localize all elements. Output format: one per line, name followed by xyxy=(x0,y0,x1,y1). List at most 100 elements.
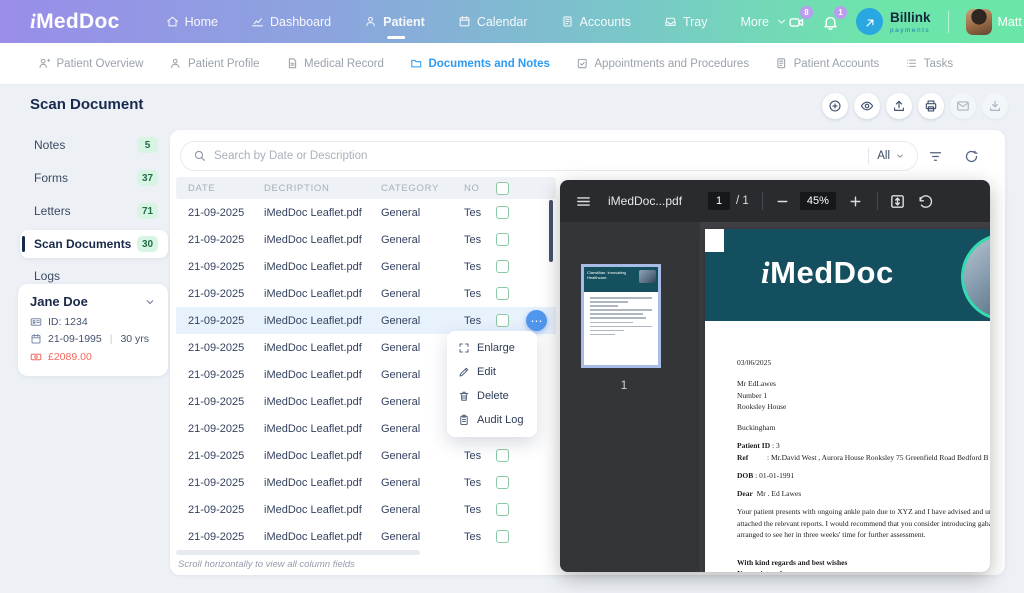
billink-subtitle: payments xyxy=(890,28,931,35)
table-row[interactable]: 21-09-2025iMedDoc Leaflet.pdfGeneralTes xyxy=(176,280,556,307)
enlarge-icon xyxy=(458,342,470,354)
row-checkbox[interactable] xyxy=(496,476,509,489)
table-row[interactable]: 21-09-2025iMedDoc Leaflet.pdfGeneralTes xyxy=(176,496,556,523)
search-bar: All xyxy=(180,141,918,171)
zoom-in-button[interactable] xyxy=(847,192,864,210)
table-horizontal-scrollbar[interactable] xyxy=(176,550,420,555)
nav-divider xyxy=(948,11,949,33)
search-scope-dropdown[interactable]: All xyxy=(877,150,905,162)
patient-card: Jane Doe ID: 1234 21-09-1995 | 30 yrs £2… xyxy=(18,284,168,376)
select-all-checkbox[interactable] xyxy=(496,182,509,195)
count-badge: 71 xyxy=(137,203,158,219)
search-icon xyxy=(193,149,206,162)
header-notes: NO xyxy=(464,183,484,194)
filter-button[interactable] xyxy=(922,143,948,169)
video-call-button[interactable]: 8 xyxy=(788,12,805,32)
letterhead-logo: iMedDoc xyxy=(761,255,894,291)
pdf-page-input[interactable]: 1 xyxy=(708,192,730,210)
header-category: CATEGORY xyxy=(381,183,464,194)
tab-tasks[interactable]: Tasks xyxy=(905,57,953,70)
topnav-menu: Home Dashboard Patient Calendar Accounts Tray… xyxy=(166,0,788,43)
topnav-right: 8 1 Billink payments Matt xyxy=(788,8,1024,35)
pdf-page-thumbnail[interactable]: Clarwillian. Innovating Healthcare. xyxy=(581,264,661,368)
cell-date: 21-09-2025 xyxy=(188,504,264,516)
chevron-down-icon[interactable] xyxy=(144,295,156,309)
email-button[interactable] xyxy=(950,93,976,119)
tab-appointments-and-procedures[interactable]: Appointments and Procedures xyxy=(576,57,749,70)
letterhead-photo xyxy=(961,233,990,321)
tab-patient-overview[interactable]: Patient Overview xyxy=(38,57,143,70)
table-row[interactable]: 21-09-2025iMedDoc Leaflet.pdfGeneralTes xyxy=(176,226,556,253)
row-actions-button[interactable]: ⋯ xyxy=(526,310,547,331)
cell-category: General xyxy=(381,504,464,516)
cell-description: iMedDoc Leaflet.pdf xyxy=(264,504,381,516)
nav-item-patient[interactable]: Patient xyxy=(364,0,425,43)
import-button[interactable] xyxy=(982,93,1008,119)
cell-notes: Tes xyxy=(464,315,484,327)
context-menu-item-edit[interactable]: Edit xyxy=(447,360,537,384)
user-menu[interactable]: Matt xyxy=(966,9,1024,35)
row-checkbox[interactable] xyxy=(496,449,509,462)
nav-item-home[interactable]: Home xyxy=(166,0,218,43)
sidebar-item-notes[interactable]: Notes5 xyxy=(20,131,168,159)
pdf-thumbnail-panel: Clarwillian. Innovating Healthcare. 1 xyxy=(560,222,700,572)
notifications-button[interactable]: 1 xyxy=(822,12,839,32)
nav-item-dashboard[interactable]: Dashboard xyxy=(251,0,331,43)
nav-item-more[interactable]: More xyxy=(741,0,788,43)
cell-category: General xyxy=(381,261,464,273)
header-description: DECRIPTION xyxy=(264,183,381,194)
nav-item-calendar[interactable]: Calendar xyxy=(458,0,528,43)
row-checkbox[interactable] xyxy=(496,287,509,300)
envelope-icon xyxy=(956,99,970,113)
table-row[interactable]: 21-09-2025iMedDoc Leaflet.pdfGeneralTes xyxy=(176,199,556,226)
context-menu-item-audit-log[interactable]: Audit Log xyxy=(447,408,537,432)
refresh-button[interactable] xyxy=(958,143,984,169)
sidebar-item-letters[interactable]: Letters71 xyxy=(20,197,168,225)
print-button[interactable] xyxy=(918,93,944,119)
table-row[interactable]: 21-09-2025iMedDoc Leaflet.pdfGeneralTes xyxy=(176,442,556,469)
search-input[interactable] xyxy=(214,150,860,162)
pdf-menu-button[interactable] xyxy=(575,192,592,210)
row-checkbox[interactable] xyxy=(496,233,509,246)
nav-item-accounts[interactable]: Accounts xyxy=(561,0,631,43)
video-badge: 8 xyxy=(800,6,813,19)
tab-documents-and-notes[interactable]: Documents and Notes xyxy=(410,57,550,70)
preview-button[interactable] xyxy=(854,93,880,119)
upload-button[interactable] xyxy=(886,93,912,119)
zoom-out-button[interactable] xyxy=(774,192,791,210)
table-row[interactable]: 21-09-2025iMedDoc Leaflet.pdfGeneralTes xyxy=(176,253,556,280)
dob-calendar-icon xyxy=(30,333,42,345)
hamburger-icon xyxy=(575,193,592,210)
rotate-button[interactable] xyxy=(917,192,934,210)
row-checkbox[interactable] xyxy=(496,503,509,516)
row-checkbox[interactable] xyxy=(496,206,509,219)
context-menu-item-enlarge[interactable]: Enlarge xyxy=(447,336,537,360)
billink-name: Billink xyxy=(890,10,931,25)
tab-medical-record[interactable]: Medical Record xyxy=(286,57,384,70)
sidebar-item-forms[interactable]: Forms37 xyxy=(20,164,168,192)
upload-icon xyxy=(892,99,906,113)
add-button[interactable] xyxy=(822,93,848,119)
tab-patient-accounts[interactable]: Patient Accounts xyxy=(775,57,879,70)
sidebar-item-scan-documents[interactable]: Scan Documents30 xyxy=(20,230,168,258)
patient-tabbar: Patient Overview Patient Profile Medical R… xyxy=(0,43,1024,85)
table-row[interactable]: 21-09-2025iMedDoc Leaflet.pdfGeneralTes⋯ xyxy=(176,307,556,334)
table-row[interactable]: 21-09-2025iMedDoc Leaflet.pdfGeneralTes xyxy=(176,469,556,496)
chevron-down-icon xyxy=(775,15,788,28)
cell-description: iMedDoc Leaflet.pdf xyxy=(264,261,381,273)
home-icon xyxy=(166,15,179,28)
table-row[interactable]: 21-09-2025iMedDoc Leaflet.pdfGeneralTes xyxy=(176,523,556,550)
row-checkbox[interactable] xyxy=(496,260,509,273)
notifications-badge: 1 xyxy=(834,6,847,19)
context-menu-item-delete[interactable]: Delete xyxy=(447,384,537,408)
row-checkbox[interactable] xyxy=(496,314,509,327)
search-scope-value: All xyxy=(877,150,890,162)
billink-logo[interactable]: Billink payments xyxy=(856,8,931,35)
cell-category: General xyxy=(381,315,464,327)
tab-patient-profile[interactable]: Patient Profile xyxy=(169,57,259,70)
printer-icon xyxy=(924,99,938,113)
table-vertical-scrollbar[interactable] xyxy=(549,200,553,262)
row-checkbox[interactable] xyxy=(496,530,509,543)
nav-item-tray[interactable]: Tray xyxy=(664,0,708,43)
fit-page-button[interactable] xyxy=(889,192,906,210)
